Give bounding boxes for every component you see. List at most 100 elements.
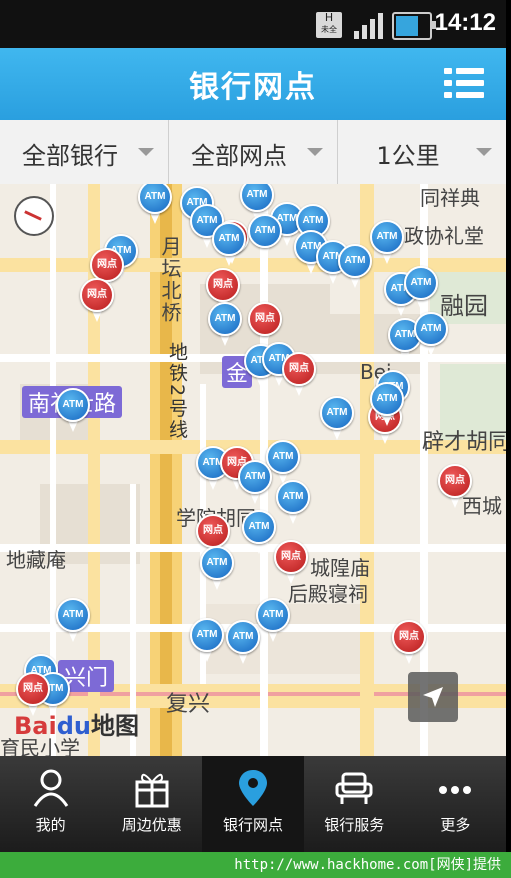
bank-filter-label: 全部银行	[22, 142, 118, 170]
clock: 14:12	[434, 9, 496, 36]
branch-pin[interactable]: 网点	[80, 278, 114, 324]
pin-label: 网点	[282, 352, 316, 386]
pin-label: ATM	[276, 480, 310, 514]
pin-label: ATM	[56, 598, 90, 632]
pin-label: 网点	[90, 248, 124, 282]
nav-item-bank-services[interactable]: 银行服务	[304, 756, 405, 852]
pin-label: 网点	[438, 464, 472, 498]
atm-pin[interactable]: ATM	[238, 460, 272, 506]
atm-pin[interactable]: ATM	[56, 388, 90, 434]
pin-label: ATM	[414, 312, 448, 346]
battery-icon	[392, 12, 436, 40]
atm-pin[interactable]: ATM	[226, 620, 260, 666]
atm-pin[interactable]: ATM	[276, 480, 310, 526]
pin-label: ATM	[370, 382, 404, 416]
pin-label: ATM	[338, 244, 372, 278]
atm-pin[interactable]: ATM	[212, 222, 246, 268]
pin-label: ATM	[208, 302, 242, 336]
chevron-down-icon	[138, 148, 154, 156]
map-label: 城隍庙	[310, 556, 370, 580]
pin-label: ATM	[240, 184, 274, 212]
more-dots-icon	[439, 786, 472, 794]
pin-label: ATM	[212, 222, 246, 256]
baidu-logo-text: Bai	[14, 712, 57, 740]
pin-label: 网点	[16, 672, 50, 706]
pin-label: ATM	[242, 510, 276, 544]
atm-pin[interactable]: ATM	[200, 546, 234, 592]
network-type-icon: H 未全	[316, 12, 342, 38]
pin-label: ATM	[190, 618, 224, 652]
map-label: 月坛北桥	[158, 236, 182, 324]
page-title: 银行网点	[189, 70, 317, 105]
network-badge: H	[324, 11, 334, 24]
menu-icon[interactable]	[444, 66, 484, 100]
map-label: 地藏庵	[6, 548, 66, 572]
chevron-down-icon	[307, 148, 323, 156]
branch-pin[interactable]: 网点	[274, 540, 308, 586]
distance-filter-label: 1公里	[376, 142, 440, 170]
pin-label: ATM	[200, 546, 234, 580]
map-label: 政协礼堂	[404, 224, 484, 248]
pin-label: 网点	[206, 268, 240, 302]
nav-label: 更多	[440, 816, 471, 834]
pin-label: ATM	[226, 620, 260, 654]
filter-bar: 全部银行 全部网点 1公里	[0, 120, 506, 185]
location-pin-icon	[239, 770, 267, 806]
app-screen: H 未全 14:12 银行网点 全部银行 全部网点 1公里 同祥典 政协礼堂 融…	[0, 0, 511, 878]
nav-label: 我的	[35, 816, 66, 834]
map-label: 辟才胡同	[422, 430, 506, 455]
signal-icon	[354, 13, 383, 39]
pin-label: ATM	[404, 266, 438, 300]
pin-label: 网点	[196, 514, 230, 548]
nav-label: 银行网点	[223, 816, 284, 834]
pin-label: 网点	[392, 620, 426, 654]
nav-item-more[interactable]: 更多	[405, 756, 506, 852]
atm-pin[interactable]: ATM	[208, 302, 242, 348]
chevron-down-icon	[476, 148, 492, 156]
atm-pin[interactable]: ATM	[404, 266, 438, 312]
branch-pin[interactable]: 网点	[282, 352, 316, 398]
branch-pin[interactable]: 网点	[392, 620, 426, 666]
locate-button[interactable]	[408, 672, 458, 722]
pin-label: ATM	[138, 184, 172, 214]
nav-item-bank-branches[interactable]: 银行网点	[202, 756, 304, 852]
atm-pin[interactable]: ATM	[320, 396, 354, 442]
compass-icon[interactable]	[14, 196, 54, 236]
nav-label: 周边优惠	[121, 816, 182, 834]
branch-type-filter-dropdown[interactable]: 全部网点	[169, 120, 338, 184]
network-sub: 未全	[321, 25, 337, 34]
nav-item-nearby-offers[interactable]: 周边优惠	[101, 756, 202, 852]
bank-filter-dropdown[interactable]: 全部银行	[0, 120, 169, 184]
atm-pin[interactable]: ATM	[256, 598, 290, 644]
atm-pin[interactable]: ATM	[242, 510, 276, 556]
nav-item-mine[interactable]: 我的	[0, 756, 101, 852]
map-label: 地铁2号线	[166, 342, 188, 441]
pin-label: ATM	[248, 214, 282, 248]
armchair-icon	[335, 772, 373, 804]
pin-label: 网点	[80, 278, 114, 312]
atm-pin[interactable]: ATM	[138, 184, 172, 226]
baidu-logo-du: du	[56, 712, 91, 740]
map-view[interactable]: 同祥典 政协礼堂 融园 月坛北桥 地铁2号线 南礼士路 金 Bei 辟才胡同 西…	[0, 184, 506, 756]
distance-filter-dropdown[interactable]: 1公里	[338, 120, 506, 184]
atm-pin[interactable]: ATM	[370, 382, 404, 428]
atm-pin[interactable]: ATM	[414, 312, 448, 358]
watermark-footer: http://www.hackhome.com[网侠]提供	[0, 852, 511, 878]
bottom-nav: 我的 周边优惠 银行网点 银行服务 更多	[0, 756, 506, 852]
person-icon	[33, 769, 68, 807]
map-label: 复兴	[166, 692, 211, 717]
screen-edge	[506, 0, 511, 852]
baidu-logo-map: 地图	[90, 712, 139, 740]
pin-label: ATM	[238, 460, 272, 494]
pin-label: ATM	[320, 396, 354, 430]
atm-pin[interactable]: ATM	[338, 244, 372, 290]
status-bar: H 未全 14:12	[0, 0, 506, 48]
title-bar: 银行网点	[0, 48, 506, 120]
atm-pin[interactable]: ATM	[248, 214, 282, 260]
branch-pin[interactable]: 网点	[438, 464, 472, 510]
branch-type-filter-label: 全部网点	[191, 142, 287, 170]
pin-label: 网点	[274, 540, 308, 574]
atm-pin[interactable]: ATM	[56, 598, 90, 644]
atm-pin[interactable]: ATM	[370, 220, 404, 266]
atm-pin[interactable]: ATM	[190, 618, 224, 664]
